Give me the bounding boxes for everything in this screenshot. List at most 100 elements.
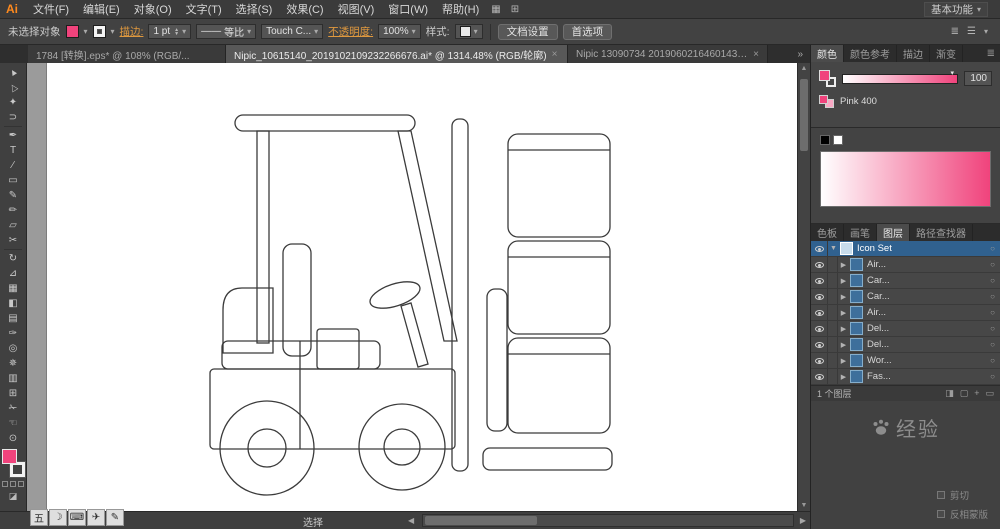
vertical-scrollbar[interactable]: ▲ ▼ bbox=[797, 63, 810, 511]
layer-thumbnail[interactable] bbox=[850, 370, 863, 383]
document-tab-1[interactable]: 1784 [转换].eps* @ 108% (RGB/... bbox=[28, 45, 226, 63]
clip-checkbox[interactable] bbox=[936, 491, 945, 499]
opacity-field[interactable]: 100% ▾ bbox=[378, 24, 421, 39]
eye-icon[interactable] bbox=[814, 341, 824, 348]
pen-tool[interactable]: ✒ bbox=[0, 128, 26, 143]
forklift-outline-drawing[interactable] bbox=[27, 63, 810, 511]
fill-stroke-proxy[interactable] bbox=[1, 449, 26, 478]
layer-name[interactable]: Del... bbox=[867, 339, 985, 350]
stroke-proxy-swatch[interactable] bbox=[9, 461, 26, 478]
tab-brushes[interactable]: 画笔 bbox=[844, 224, 877, 241]
rotate-tool[interactable]: ↻ bbox=[0, 251, 26, 266]
expand-triangle-icon[interactable]: ▶ bbox=[838, 261, 849, 269]
canvas-area[interactable]: ▲ ▼ bbox=[27, 63, 810, 511]
visibility-cell[interactable] bbox=[811, 241, 828, 256]
eye-icon[interactable] bbox=[814, 325, 824, 332]
tab-swatches[interactable]: 色板 bbox=[811, 224, 844, 241]
horizontal-scroll-thumb[interactable] bbox=[425, 516, 537, 525]
close-icon[interactable]: × bbox=[753, 49, 759, 60]
invert-mask-checkbox[interactable] bbox=[936, 510, 945, 518]
tab-overflow-icon[interactable]: » bbox=[790, 45, 810, 63]
black-swatch[interactable] bbox=[820, 135, 830, 145]
eyedropper-tool[interactable]: ✑ bbox=[0, 326, 26, 341]
eraser-tool[interactable]: ▱ bbox=[0, 218, 26, 233]
shape-builder-tool[interactable]: ◧ bbox=[0, 296, 26, 311]
visibility-cell[interactable] bbox=[811, 369, 828, 384]
layer-row[interactable]: ▶ Air... ○ bbox=[811, 305, 1000, 321]
target-circle-icon[interactable]: ○ bbox=[985, 244, 1000, 253]
rectangle-tool[interactable]: ▭ bbox=[0, 173, 26, 188]
style-dropdown[interactable]: ▾ bbox=[454, 24, 483, 39]
tab-pathfinder[interactable]: 路径查找器 bbox=[910, 224, 973, 241]
layer-row[interactable]: ▶ Air... ○ bbox=[811, 257, 1000, 273]
layer-row[interactable]: ▶ Del... ○ bbox=[811, 321, 1000, 337]
lasso-tool[interactable]: ⊃ bbox=[0, 110, 26, 125]
scroll-up-icon[interactable]: ▲ bbox=[798, 65, 810, 72]
delete-layer-icon[interactable]: ▭ bbox=[985, 388, 994, 399]
stroke-color-swatch[interactable] bbox=[92, 25, 106, 38]
new-layer-icon[interactable]: + bbox=[974, 388, 979, 399]
layer-row[interactable]: ▶ Del... ○ bbox=[811, 337, 1000, 353]
layer-row[interactable]: ▶ Wor... ○ bbox=[811, 353, 1000, 369]
layer-thumbnail[interactable] bbox=[850, 290, 863, 303]
scroll-right-icon[interactable]: ▶ bbox=[800, 516, 806, 525]
target-circle-icon[interactable]: ○ bbox=[985, 308, 1000, 317]
layer-name[interactable]: Air... bbox=[867, 259, 985, 270]
tab-color[interactable]: 颜色 bbox=[811, 45, 844, 62]
target-circle-icon[interactable]: ○ bbox=[985, 356, 1000, 365]
tab-stroke[interactable]: 描边 bbox=[897, 45, 930, 62]
opacity-panel-link[interactable]: 不透明度: bbox=[328, 24, 373, 39]
eye-icon[interactable] bbox=[814, 293, 824, 300]
stroke-weight-field[interactable]: 1 pt ▲ ▼ ▾ bbox=[148, 24, 192, 39]
selection-tool[interactable]: ▲ bbox=[0, 65, 26, 80]
slider-handle-icon[interactable]: ▾ bbox=[950, 69, 954, 77]
gradient-tool[interactable]: ▤ bbox=[0, 311, 26, 326]
eye-icon[interactable] bbox=[814, 373, 824, 380]
width-profile-dropdown[interactable]: —— 等比 ▾ bbox=[196, 24, 257, 39]
visibility-cell[interactable] bbox=[811, 305, 828, 320]
horizontal-scrollbar[interactable] bbox=[422, 514, 794, 527]
layer-thumbnail[interactable] bbox=[850, 322, 863, 335]
white-to-pink-gradient-swatch[interactable] bbox=[820, 151, 991, 207]
layer-name[interactable]: Fas... bbox=[867, 371, 985, 382]
eye-icon[interactable] bbox=[814, 309, 824, 316]
control-menu-icon[interactable]: ☰ bbox=[967, 26, 976, 37]
menu-file[interactable]: 文件(F) bbox=[26, 0, 76, 18]
layer-name[interactable]: Air... bbox=[867, 307, 985, 318]
color-proxy[interactable] bbox=[819, 70, 836, 87]
expand-triangle-icon[interactable]: ▶ bbox=[838, 309, 849, 317]
menu-effect[interactable]: 效果(C) bbox=[279, 0, 330, 18]
zoom-tool[interactable]: ⊙ bbox=[0, 431, 26, 446]
visibility-cell[interactable] bbox=[811, 353, 828, 368]
expand-triangle-icon[interactable]: ▶ bbox=[838, 277, 849, 285]
blend-tool[interactable]: ◎ bbox=[0, 341, 26, 356]
layer-row[interactable]: ▶ Fas... ○ bbox=[811, 369, 1000, 385]
visibility-cell[interactable] bbox=[811, 321, 828, 336]
app-logo[interactable]: Ai bbox=[0, 2, 26, 16]
layer-name[interactable]: Icon Set bbox=[857, 243, 985, 254]
draw-normal-icon[interactable] bbox=[2, 481, 8, 487]
ime-wubi-icon[interactable]: 五 bbox=[30, 509, 48, 526]
slice-tool[interactable]: ✁ bbox=[0, 401, 26, 416]
target-circle-icon[interactable]: ○ bbox=[985, 276, 1000, 285]
chevron-down-icon[interactable]: ▾ bbox=[984, 27, 988, 36]
ime-language-bar[interactable]: 五 ☽ ⌨ ✈ ✎ bbox=[30, 509, 124, 527]
layer-thumbnail[interactable] bbox=[840, 242, 853, 255]
expand-triangle-icon[interactable]: ▼ bbox=[828, 245, 839, 252]
fill-color-swatch[interactable] bbox=[65, 25, 79, 38]
scale-tool[interactable]: ⊿ bbox=[0, 266, 26, 281]
line-segment-tool[interactable]: ∕ bbox=[0, 158, 26, 173]
eye-icon[interactable] bbox=[814, 261, 824, 268]
expand-triangle-icon[interactable]: ▶ bbox=[838, 357, 849, 365]
direct-selection-tool[interactable]: △ bbox=[0, 80, 26, 95]
visibility-cell[interactable] bbox=[811, 273, 828, 288]
layer-row[interactable]: ▶ Car... ○ bbox=[811, 273, 1000, 289]
expand-triangle-icon[interactable]: ▶ bbox=[838, 325, 849, 333]
tab-gradient[interactable]: 渐变 bbox=[930, 45, 963, 62]
menu-view[interactable]: 视图(V) bbox=[331, 0, 382, 18]
make-clipping-mask-icon[interactable]: ◨ bbox=[945, 388, 954, 399]
menu-select[interactable]: 选择(S) bbox=[229, 0, 280, 18]
workspace-switcher[interactable]: 基本功能 ▾ bbox=[923, 1, 988, 17]
fill-chevron-icon[interactable]: ▾ bbox=[84, 27, 88, 36]
artboard-tool[interactable]: ⊞ bbox=[0, 386, 26, 401]
